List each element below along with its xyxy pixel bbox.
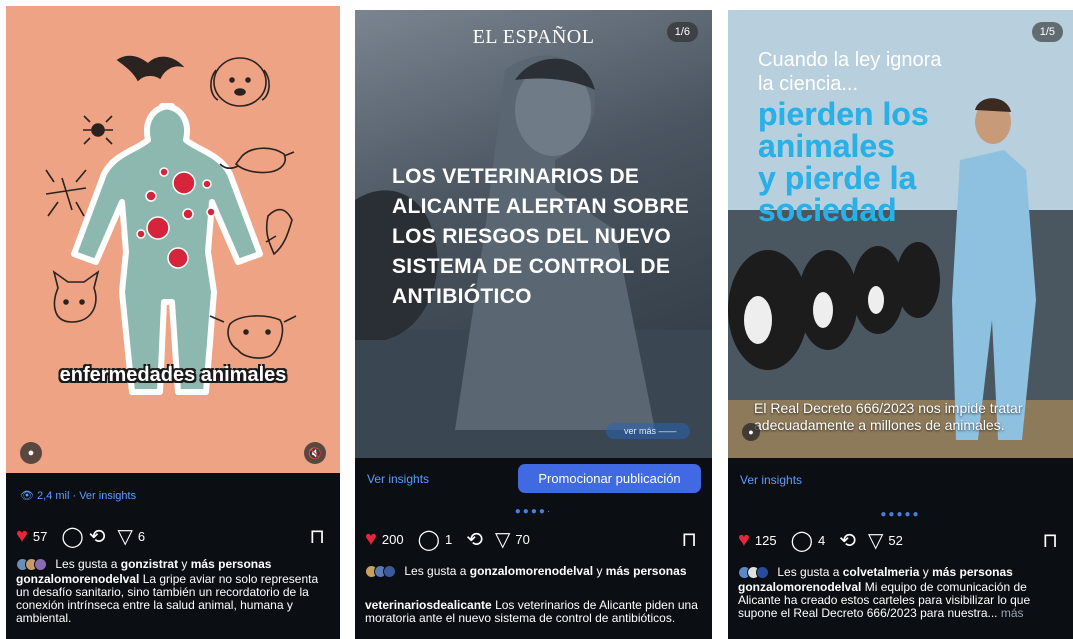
repost-icon[interactable]: ⟲ — [89, 524, 106, 549]
heart-icon[interactable]: ♥ — [16, 525, 28, 548]
liker-avatars — [365, 565, 399, 578]
post-card-2: EL ESPAÑOL 1/6 LOS VETERINARIOS DE ALICA… — [355, 10, 712, 639]
post-card-1: enfermedades animales ● 🔇 👁 2,4 mil · Ve… — [6, 6, 340, 639]
comment-count: 1 — [444, 531, 453, 547]
bookmark-icon[interactable]: ⊓ — [681, 527, 697, 552]
mute-button[interactable]: 🔇 — [304, 442, 326, 464]
person-icon: ● — [27, 447, 35, 459]
user-tag-button[interactable]: ● — [20, 442, 42, 464]
highlight-line-4: sociedad — [758, 192, 897, 228]
repost-icon[interactable]: ⟲ — [466, 527, 483, 552]
more-link[interactable]: más — [1001, 606, 1024, 620]
share-count: 6 — [137, 528, 146, 544]
action-bar: ♥ 200 ◯ 1 ⟲ ▽ 70 ⊓ — [365, 527, 702, 551]
insights-link[interactable]: 👁 2,4 mil · Ver insights — [20, 489, 136, 502]
liked-by-more[interactable]: más personas — [932, 565, 1013, 579]
repost-icon[interactable]: ⟲ — [839, 528, 856, 553]
comment-count: 4 — [817, 532, 826, 548]
heart-icon[interactable]: ♥ — [365, 528, 377, 551]
post-media-illustration[interactable]: enfermedades animales ● 🔇 — [6, 6, 340, 473]
liked-by-more[interactable]: más personas — [606, 564, 687, 578]
post-media-photo[interactable]: 1/5 Cuando la ley ignora la ciencia... p… — [728, 10, 1073, 458]
carousel-dots: ●●●●● — [880, 509, 921, 520]
liked-by-line[interactable]: Les gusta a gonzistrat y más personas — [16, 557, 330, 571]
send-icon[interactable]: ▽ — [495, 527, 510, 552]
liked-by-line[interactable]: Les gusta a colvetalmeria y más personas — [738, 565, 1063, 579]
insights-text: 2,4 mil · Ver insights — [37, 490, 137, 502]
slide-counter: 1/6 — [666, 22, 698, 42]
human-animal-illustration — [45, 55, 297, 395]
liker-avatars — [16, 558, 50, 571]
highlight-line-2: animales — [758, 128, 895, 164]
post-media-photo[interactable]: EL ESPAÑOL 1/6 LOS VETERINARIOS DE ALICA… — [355, 10, 712, 458]
slide-counter: 1/5 — [1031, 22, 1063, 42]
highlight-line-3: y pierde la — [758, 160, 917, 196]
liked-by-join: y — [181, 557, 188, 571]
liked-by-prefix: Les gusta a — [404, 564, 467, 578]
send-icon[interactable]: ▽ — [118, 524, 133, 549]
post-caption: gonzalomorenodelval Mi equipo de comunic… — [738, 581, 1065, 620]
liked-by-user[interactable]: gonzalomorenodelval — [470, 564, 593, 578]
author-username[interactable]: gonzalomorenodelval — [738, 580, 861, 594]
comment-icon[interactable]: ◯ — [418, 527, 440, 552]
author-username[interactable]: veterinariosdealicante — [365, 598, 492, 612]
overlay-caption: enfermedades animales — [59, 364, 287, 386]
liker-avatars — [738, 566, 772, 579]
send-icon[interactable]: ▽ — [868, 528, 883, 553]
insights-link[interactable]: Ver insights — [740, 473, 802, 487]
liked-by-prefix: Les gusta a — [777, 565, 840, 579]
intro-text: Cuando la ley ignora la ciencia... — [758, 49, 942, 95]
speaker-muted-icon: 🔇 — [308, 447, 322, 460]
highlight-line-1: pierden los — [758, 96, 929, 132]
bookmark-icon[interactable]: ⊓ — [309, 524, 325, 549]
like-count: 200 — [381, 531, 404, 547]
liked-by-user[interactable]: colvetalmeria — [843, 565, 920, 579]
comment-icon[interactable]: ◯ — [791, 528, 813, 553]
share-count: 52 — [888, 532, 903, 548]
brand-logo: EL ESPAÑOL — [472, 26, 595, 48]
liked-by-line[interactable]: Les gusta a gonzalomorenodelval y más pe… — [365, 564, 702, 578]
share-count: 70 — [515, 531, 530, 547]
liked-by-prefix: Les gusta a — [55, 557, 118, 571]
liked-by-join: y — [596, 564, 603, 578]
headline: LOS VETERINARIOS DE ALICANTE ALERTAN SOB… — [392, 165, 690, 308]
carousel-dots: ●●●●· — [514, 506, 553, 517]
user-tag-button[interactable]: ● — [742, 423, 760, 441]
insights-link[interactable]: Ver insights — [367, 472, 429, 486]
bookmark-icon[interactable]: ⊓ — [1042, 528, 1058, 553]
highlight-text: pierden los animales y pierde la socieda… — [758, 98, 968, 226]
post-caption: gonzalomorenodelval La gripe aviar no so… — [16, 573, 332, 625]
comment-icon[interactable]: ◯ — [61, 524, 83, 549]
like-count: 125 — [754, 532, 777, 548]
action-bar: ♥ 57 ◯ ⟲ ▽ 6 ⊓ — [16, 524, 330, 548]
person-icon: ● — [748, 427, 754, 437]
see-more-label: ver más — [624, 426, 657, 436]
heart-icon[interactable]: ♥ — [738, 529, 750, 552]
post-card-3: 1/5 Cuando la ley ignora la ciencia... p… — [728, 10, 1073, 639]
author-username[interactable]: gonzalomorenodelval — [16, 572, 139, 586]
post-caption: veterinariosdealicante Los veterinarios … — [365, 599, 704, 625]
see-more-button[interactable]: ver más —— — [606, 423, 690, 439]
decree-text: El Real Decreto 666/2023 nos impide trat… — [754, 400, 1023, 433]
liked-by-user[interactable]: gonzistrat — [121, 557, 178, 571]
liked-by-more[interactable]: más personas — [191, 557, 272, 571]
like-count: 57 — [32, 528, 48, 544]
action-bar: ♥ 125 ◯ 4 ⟲ ▽ 52 ⊓ — [738, 528, 1063, 552]
liked-by-join: y — [922, 565, 929, 579]
eye-icon: 👁 — [20, 490, 38, 502]
promote-post-button[interactable]: Promocionar publicación — [518, 464, 701, 493]
